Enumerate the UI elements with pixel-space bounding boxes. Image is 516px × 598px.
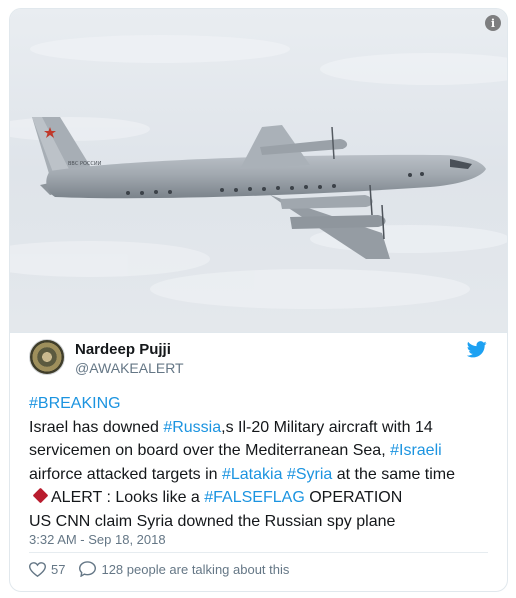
tweet-photo[interactable]: ВВС РОССИИ i (10, 9, 507, 333)
red-diamond-icon (32, 487, 49, 504)
tweet-text-segment: ,s Il-20 Military aircraft with 14 (221, 418, 433, 436)
tweet-text-segment: airforce attacked targets in (29, 465, 222, 483)
tweet-card[interactable]: ВВС РОССИИ i Nardeep Pujji @AWAKEALERT #… (9, 8, 508, 592)
tweet-text: #BREAKING Israel has downed #Russia,s Il… (29, 392, 491, 533)
tweet-text-segment: Israel has downed (29, 418, 164, 436)
divider (29, 552, 488, 553)
tweet-text-segment: servicemen on board over the Mediterrane… (29, 442, 391, 459)
aircraft-image: ВВС РОССИИ (10, 9, 507, 332)
author-names: Nardeep Pujji @AWAKEALERT (75, 341, 184, 377)
conversation-button[interactable]: 128 people are talking about this (79, 561, 289, 577)
talking-about-text: 128 people are talking about this (101, 561, 290, 577)
tweet-timestamp[interactable]: 3:32 AM - Sep 18, 2018 (29, 532, 166, 547)
tweet-header: Nardeep Pujji @AWAKEALERT (29, 339, 489, 383)
like-count: 57 (51, 561, 66, 577)
hashtag-link[interactable]: #Syria (287, 466, 332, 483)
info-icon[interactable]: i (485, 15, 501, 31)
twitter-bird-icon[interactable] (467, 341, 487, 358)
tweet-text-segment: OPERATION (304, 489, 403, 506)
hashtag-link[interactable]: #Israeli (390, 442, 442, 459)
tweet-text-segment: at the same time (332, 465, 456, 483)
hashtag-link[interactable]: #Latakia (222, 466, 283, 483)
tweet-actions: 57 128 people are talking about this (29, 561, 289, 577)
like-button[interactable]: 57 (29, 562, 65, 577)
heart-icon (29, 561, 46, 577)
tweet-text-segment: US CNN claim Syria downed the Russian sp… (29, 512, 396, 530)
hashtag-link[interactable]: #FALSEFLAG (204, 489, 305, 506)
author-handle[interactable]: @AWAKEALERT (75, 359, 184, 377)
hashtag-link[interactable]: #Russia (163, 419, 221, 436)
hashtag-link[interactable]: #BREAKING (29, 395, 121, 412)
author-avatar[interactable] (29, 339, 65, 375)
author-display-name[interactable]: Nardeep Pujji (75, 341, 184, 359)
comment-bubble-icon (79, 561, 97, 577)
tweet-text-segment: ALERT : Looks like a (51, 489, 205, 506)
aircraft-marking: ВВС РОССИИ (68, 161, 102, 167)
